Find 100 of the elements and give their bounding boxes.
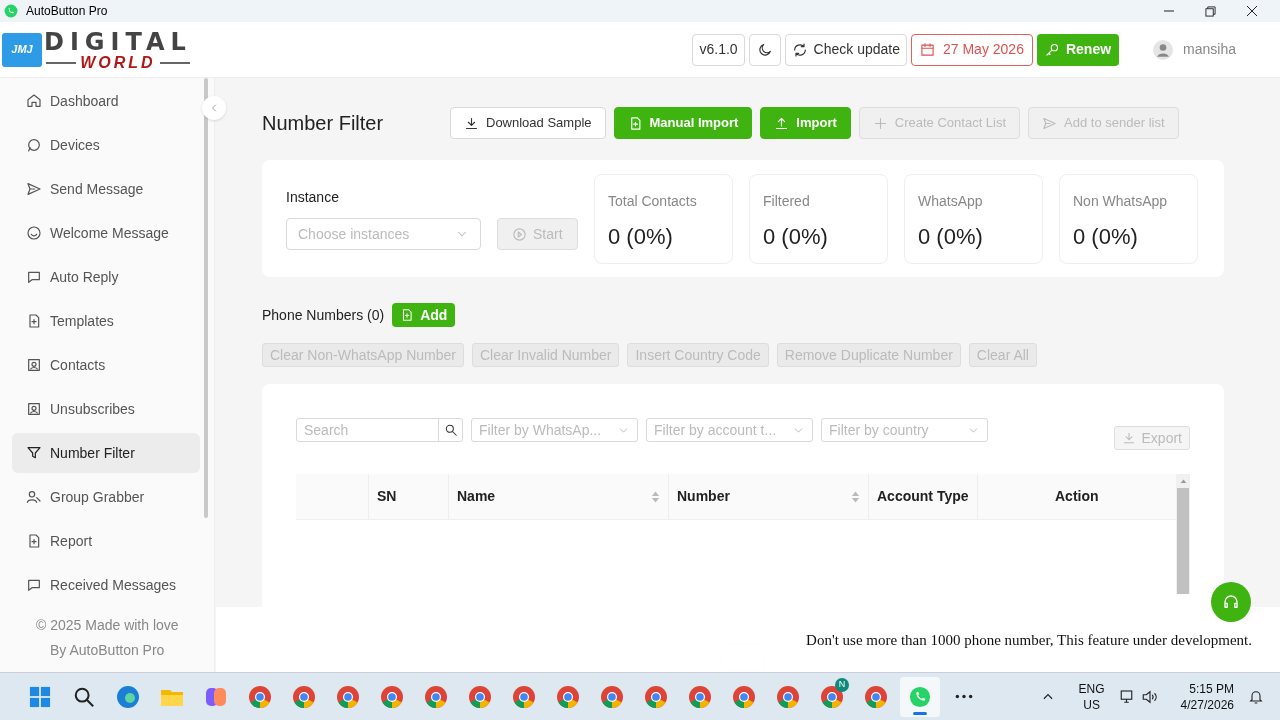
filter-icon: [26, 445, 42, 461]
notification-badge: N: [835, 677, 849, 692]
avatar-icon[interactable]: [1153, 39, 1174, 60]
action-button[interactable]: Download Sample: [450, 107, 606, 139]
logo-subtext: WORLD: [80, 54, 156, 71]
more-icon: [955, 694, 973, 699]
sidebar-item[interactable]: Contacts: [12, 345, 200, 385]
browser-icon: [864, 684, 888, 709]
document-icon: [26, 313, 42, 329]
sidebar-item[interactable]: Devices: [12, 125, 200, 165]
sidebar-item[interactable]: Number Filter: [12, 433, 200, 473]
browser-taskbar-button[interactable]: N: [812, 676, 852, 717]
stat-value: 0 (0%): [918, 222, 984, 251]
sidebar-item[interactable]: Received Messages: [12, 565, 200, 605]
browser-icon: [776, 684, 800, 709]
browser-icon: [116, 684, 140, 709]
key-icon: [1044, 42, 1060, 57]
chat-app-taskbar-button[interactable]: [900, 676, 940, 717]
logo-monitor-badge: JMJ: [2, 32, 42, 67]
sort-icon[interactable]: [851, 489, 860, 504]
sidebar-scrollbar[interactable]: [204, 78, 208, 518]
browser-icon: [688, 684, 712, 709]
browser-icon: [424, 684, 448, 709]
chat-icon: [26, 269, 42, 285]
search-icon: [73, 685, 95, 708]
chat-bubble-icon: [26, 137, 42, 153]
browser-icon: [468, 684, 492, 709]
sidebar-item[interactable]: Unsubscribes: [12, 389, 200, 429]
person-icon: [26, 489, 42, 505]
browser-icon: [600, 684, 624, 709]
logo-text: DIGITAL: [44, 28, 192, 55]
headset-icon: [1222, 593, 1240, 611]
search-field[interactable]: Search: [296, 418, 463, 442]
version-button[interactable]: v6.1.0: [692, 33, 745, 66]
sidebar-item[interactable]: Welcome Message: [12, 213, 200, 253]
theme-toggle-button[interactable]: [748, 33, 781, 66]
browser-icon: [556, 684, 580, 709]
footer-text: © 2025 Made with love: [36, 616, 180, 635]
window-title: AutoButton Pro: [26, 3, 108, 20]
upload-icon: [774, 115, 790, 131]
sidebar-item[interactable]: Report: [12, 521, 200, 561]
footer-text: By AutoButton Pro: [49, 641, 166, 660]
stat-label: Total Contacts: [608, 191, 698, 211]
user-name[interactable]: mansiha: [1183, 39, 1236, 60]
send-icon: [26, 181, 42, 197]
check-update-button[interactable]: Check update: [784, 33, 907, 66]
download-icon: [1121, 431, 1136, 445]
column-header[interactable]: Number: [668, 473, 868, 520]
play-icon: [512, 226, 527, 242]
calendar-icon: [920, 42, 935, 57]
stat-label: Filtered: [763, 191, 811, 211]
home-icon: [26, 93, 42, 109]
region-label[interactable]: US: [1083, 696, 1100, 713]
browser-icon: [512, 684, 536, 709]
restore-icon[interactable]: [1205, 5, 1216, 17]
language-label[interactable]: ENG: [1078, 680, 1105, 697]
column-header: SN: [368, 473, 448, 520]
plus-icon: [872, 115, 888, 131]
document-icon: [26, 533, 42, 549]
chat-bubble-icon: [909, 685, 931, 708]
sort-icon[interactable]: [651, 489, 660, 504]
refresh-icon: [791, 41, 808, 58]
field-label: Instance: [286, 188, 340, 207]
clock-time[interactable]: 5:15 PM: [1189, 680, 1234, 697]
browser-icon: [336, 684, 360, 709]
notice-text: Don't use more than 1000 phone number, This feature under development.: [806, 631, 1252, 651]
sidebar-item[interactable]: Templates: [12, 301, 200, 341]
table-scrollbar[interactable]: [1177, 488, 1189, 594]
sidebar-item[interactable]: Send Message: [12, 169, 200, 209]
column-header[interactable]: Name: [448, 473, 668, 520]
stat-value: 0 (0%): [608, 222, 674, 251]
app-icon: [4, 4, 18, 18]
smiley-icon: [26, 225, 42, 241]
column-header: Account Type: [868, 473, 977, 520]
contact-card-icon: [26, 357, 42, 373]
download-icon: [464, 115, 479, 131]
windows-logo-icon: [29, 685, 51, 708]
chat-icon: [26, 577, 42, 593]
sidebar-item[interactable]: Group Grabber: [12, 477, 200, 517]
section-label: Phone Numbers (0): [262, 305, 385, 325]
stat-value: 0 (0%): [1073, 222, 1139, 251]
browser-icon: [380, 684, 404, 709]
scroll-up-icon[interactable]: [1179, 478, 1187, 485]
browser-icon: [292, 684, 316, 709]
browser-icon: [248, 684, 272, 709]
page-title: Number Filter: [262, 111, 385, 136]
sidebar-item[interactable]: Dashboard: [12, 81, 200, 121]
send-icon: [1042, 115, 1058, 131]
close-icon[interactable]: [1246, 5, 1258, 17]
clock-date[interactable]: 4/27/2026: [1180, 696, 1234, 713]
bell-icon[interactable]: [1248, 688, 1264, 705]
browser-icon: [644, 684, 668, 709]
search-input[interactable]: Search: [297, 419, 438, 441]
stat-label: WhatsApp: [918, 191, 984, 211]
stat-label: Non WhatsApp: [1073, 191, 1169, 211]
search-icon: [443, 423, 458, 437]
expiry-date-button[interactable]: 27 May 2026: [911, 33, 1033, 66]
browser-icon: [732, 684, 756, 709]
stat-value: 0 (0%): [763, 222, 829, 251]
sidebar-item[interactable]: Auto Reply: [12, 257, 200, 297]
